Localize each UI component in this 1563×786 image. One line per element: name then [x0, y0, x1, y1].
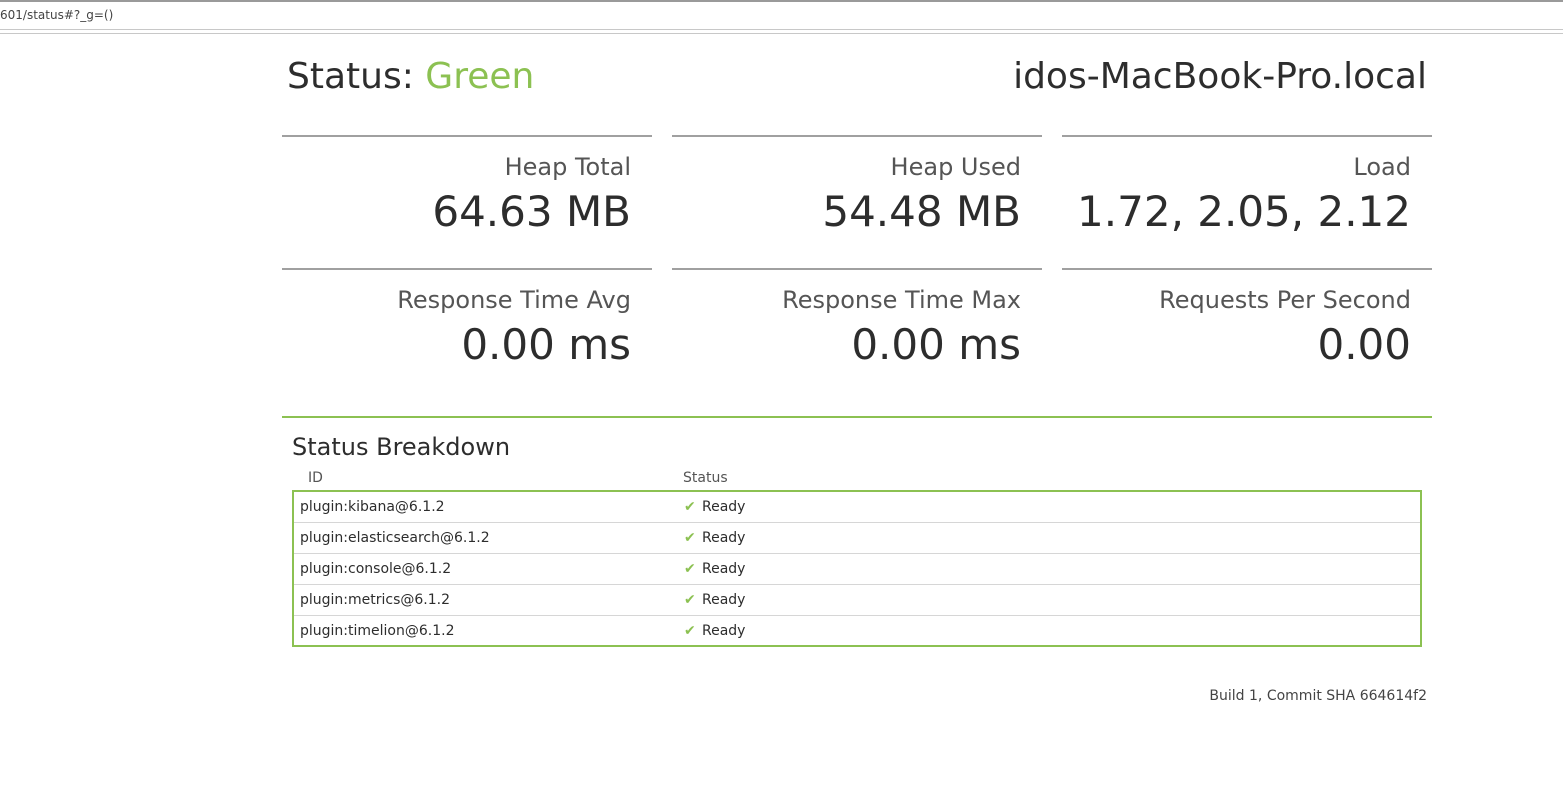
table-row: plugin:console@6.1.2 ✔ Ready	[294, 554, 1420, 585]
plugin-status: ✔ Ready	[684, 561, 745, 577]
check-icon: ✔	[684, 592, 696, 608]
check-icon: ✔	[684, 530, 696, 546]
status-label: Status:	[287, 56, 426, 97]
metric-value: 0.00 ms	[461, 320, 631, 369]
metric-title: Requests Per Second	[1159, 286, 1411, 314]
plugin-id: plugin:console@6.1.2	[300, 561, 452, 577]
metric-value: 64.63 MB	[432, 187, 631, 236]
metric-response-time-max: Response Time Max 0.00 ms	[672, 268, 1042, 388]
check-icon: ✔	[684, 499, 696, 515]
status-text: Ready	[702, 623, 746, 639]
toolbar-divider	[0, 33, 1563, 34]
table-row: plugin:elasticsearch@6.1.2 ✔ Ready	[294, 523, 1420, 554]
overall-status-title: Status: Green	[287, 56, 534, 97]
metric-value: 1.72, 2.05, 2.12	[1077, 187, 1411, 236]
plugin-status: ✔ Ready	[684, 623, 745, 639]
plugin-id: plugin:kibana@6.1.2	[300, 499, 445, 515]
metric-value: 54.48 MB	[822, 187, 1021, 236]
column-header-status[interactable]: Status	[683, 470, 728, 486]
plugin-id: plugin:metrics@6.1.2	[300, 592, 451, 608]
address-bar[interactable]: 601/status#?_g=()	[0, 0, 1563, 30]
metric-title: Response Time Max	[782, 286, 1021, 314]
status-value: Green	[425, 56, 535, 97]
plugin-status: ✔ Ready	[684, 530, 745, 546]
status-text: Ready	[702, 561, 746, 577]
metric-heap-total: Heap Total 64.63 MB	[282, 135, 652, 255]
column-header-id[interactable]: ID	[308, 470, 323, 486]
url-text[interactable]: 601/status#?_g=()	[0, 8, 113, 22]
hostname: idos-MacBook-Pro.local	[1013, 56, 1427, 97]
metric-title: Load	[1353, 153, 1411, 181]
metric-value: 0.00 ms	[851, 320, 1021, 369]
metric-title: Heap Total	[504, 153, 631, 181]
check-icon: ✔	[684, 623, 696, 639]
section-divider	[282, 416, 1432, 418]
metric-heap-used: Heap Used 54.48 MB	[672, 135, 1042, 255]
metric-title: Response Time Avg	[397, 286, 631, 314]
plugin-status: ✔ Ready	[684, 592, 745, 608]
plugin-status: ✔ Ready	[684, 499, 745, 515]
build-info: Build 1, Commit SHA 664614f2	[1209, 688, 1427, 704]
check-icon: ✔	[684, 561, 696, 577]
table-row: plugin:timelion@6.1.2 ✔ Ready	[294, 616, 1420, 647]
plugin-id: plugin:elasticsearch@6.1.2	[300, 530, 490, 546]
metric-title: Heap Used	[890, 153, 1021, 181]
metric-requests-per-second: Requests Per Second 0.00	[1062, 268, 1432, 388]
status-text: Ready	[702, 499, 746, 515]
status-text: Ready	[702, 592, 746, 608]
plugin-id: plugin:timelion@6.1.2	[300, 623, 455, 639]
breakdown-title: Status Breakdown	[292, 433, 511, 461]
metric-load: Load 1.72, 2.05, 2.12	[1062, 135, 1432, 255]
status-breakdown-table: plugin:kibana@6.1.2 ✔ Ready plugin:elasti…	[292, 490, 1422, 647]
metric-value: 0.00	[1317, 320, 1411, 369]
metric-response-time-avg: Response Time Avg 0.00 ms	[282, 268, 652, 388]
table-row: plugin:kibana@6.1.2 ✔ Ready	[294, 492, 1420, 523]
status-text: Ready	[702, 530, 746, 546]
table-row: plugin:metrics@6.1.2 ✔ Ready	[294, 585, 1420, 616]
